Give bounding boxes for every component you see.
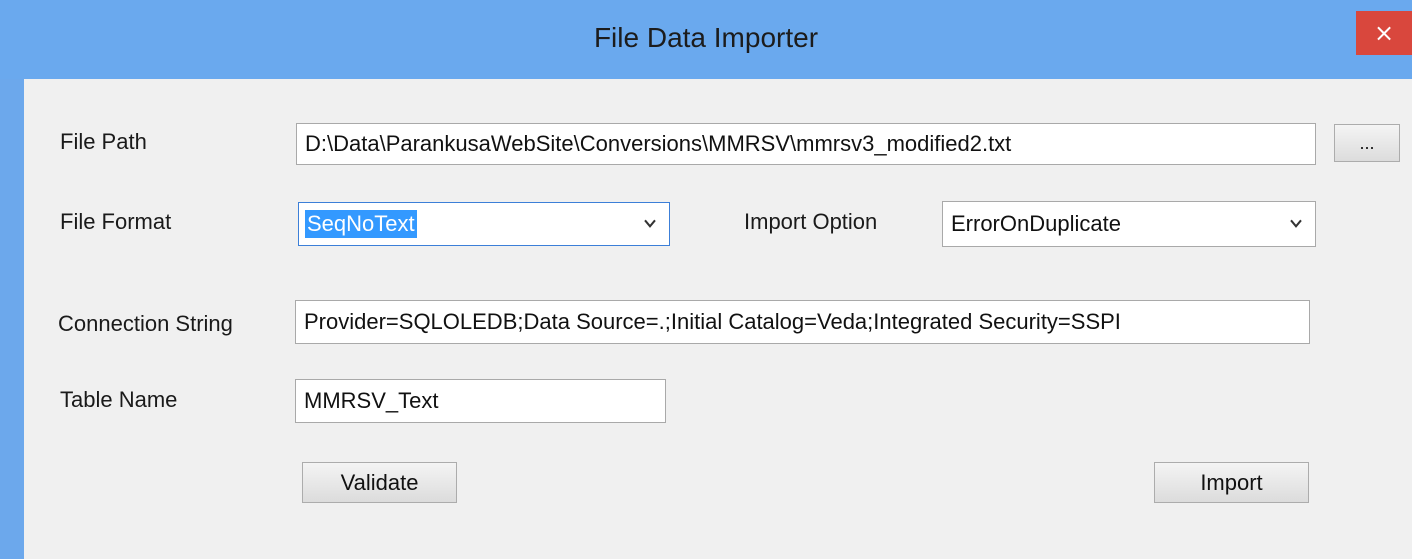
chevron-down-icon bbox=[1290, 219, 1302, 228]
table-name-value: MMRSV_Text bbox=[304, 388, 439, 413]
import-option-label: Import Option bbox=[744, 209, 878, 234]
file-data-importer-window: File Data Importer × File Path D:\Data\P… bbox=[0, 0, 1412, 559]
connection-string-input[interactable]: Provider=SQLOLEDB;Data Source=.;Initial … bbox=[295, 300, 1310, 344]
window-title: File Data Importer bbox=[593, 22, 819, 53]
file-format-dropdown[interactable]: SeqNoText bbox=[298, 202, 670, 246]
browse-button[interactable]: ... bbox=[1334, 124, 1400, 162]
file-format-label: File Format bbox=[60, 209, 172, 234]
close-button[interactable]: × bbox=[1356, 11, 1412, 55]
dialog-client-area: File Path D:\Data\ParankusaWebSite\Conve… bbox=[24, 79, 1412, 559]
close-icon: × bbox=[1373, 19, 1395, 47]
file-format-value: SeqNoText bbox=[305, 210, 417, 238]
import-button-label: Import bbox=[1200, 469, 1263, 495]
validate-button[interactable]: Validate bbox=[302, 462, 457, 503]
file-path-value: D:\Data\ParankusaWebSite\Conversions\MMR… bbox=[305, 131, 1012, 156]
table-name-input[interactable]: MMRSV_Text bbox=[295, 379, 666, 423]
file-path-label: File Path bbox=[60, 129, 147, 154]
connection-string-value: Provider=SQLOLEDB;Data Source=.;Initial … bbox=[304, 309, 1121, 334]
table-name-label: Table Name bbox=[60, 387, 178, 412]
import-button[interactable]: Import bbox=[1154, 462, 1309, 503]
browse-button-label: ... bbox=[1359, 132, 1375, 153]
import-option-value: ErrorOnDuplicate bbox=[951, 211, 1121, 236]
file-path-input[interactable]: D:\Data\ParankusaWebSite\Conversions\MMR… bbox=[296, 123, 1316, 165]
import-option-dropdown[interactable]: ErrorOnDuplicate bbox=[942, 201, 1316, 247]
validate-button-label: Validate bbox=[340, 469, 419, 495]
connection-string-label: Connection String bbox=[58, 311, 233, 336]
title-bar[interactable]: File Data Importer × bbox=[0, 0, 1412, 79]
chevron-down-icon bbox=[644, 219, 656, 228]
